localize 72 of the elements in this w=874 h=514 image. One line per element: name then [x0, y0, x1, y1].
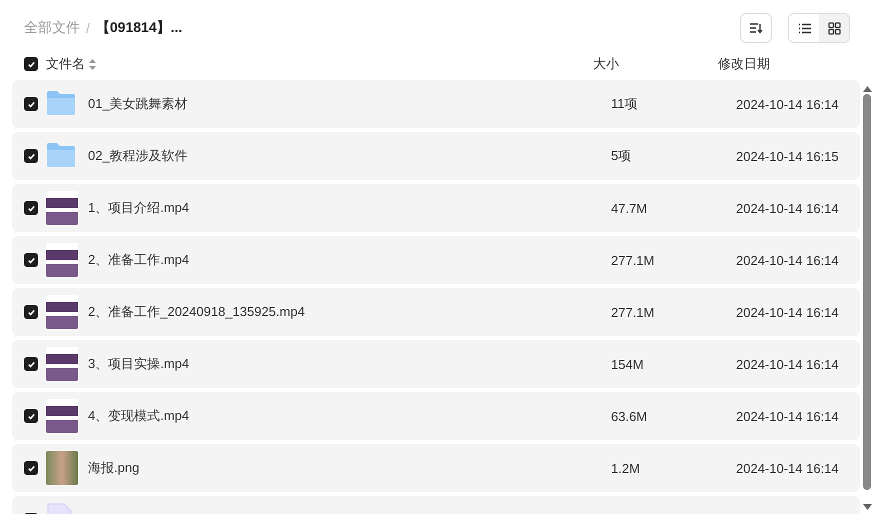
modified-date: 2024-10-14 16:14	[736, 200, 839, 216]
select-all-checkbox[interactable]	[24, 57, 38, 71]
grid-icon	[828, 22, 840, 34]
column-header[interactable]: 文件名	[46, 55, 85, 73]
file-size: 11项	[611, 96, 638, 111]
folder-icon	[46, 142, 76, 168]
folder-icon	[46, 90, 76, 116]
video-thumbnail	[46, 295, 78, 329]
modified-date: 2024-10-14 16:14	[736, 460, 839, 476]
row-checkbox[interactable]	[24, 461, 38, 475]
file-name: 01_美女跳舞素材	[88, 96, 188, 111]
modified-date: 2024-10-14 16:14	[736, 96, 839, 112]
file-name: 2、准备工作.mp4	[88, 252, 190, 267]
modified-date: 2024-10-14 16:14	[736, 408, 839, 424]
file-name: 02_教程涉及软件	[88, 148, 188, 163]
checkmark-icon	[26, 308, 36, 316]
row-checkbox[interactable]	[24, 149, 38, 163]
file-size: 63.6M	[611, 408, 648, 424]
modified-date: 2024-10-14 16:14	[736, 356, 839, 372]
checkmark-icon	[26, 100, 36, 108]
modified-date: 2024-10-14 16:15	[736, 148, 839, 164]
breadcrumb-item: 【091814】...	[96, 19, 182, 37]
checkmark-icon	[26, 464, 36, 472]
file-size: 277.1M	[611, 304, 654, 320]
video-thumbnail	[46, 347, 78, 381]
file-row[interactable]: 3、项目实操.mp4 154M 2024-10-14 16:14	[12, 340, 860, 388]
file-row[interactable]: 海报.png 1.2M 2024-10-14 16:14	[12, 444, 860, 492]
video-thumbnail	[46, 399, 78, 433]
row-checkbox[interactable]	[24, 201, 38, 215]
scrollbar-thumb[interactable]	[863, 94, 871, 490]
row-checkbox[interactable]	[24, 357, 38, 371]
checkmark-icon	[26, 204, 36, 212]
modified-date: 2024-10-14 16:14	[736, 304, 839, 320]
checkmark-icon	[26, 60, 36, 68]
file-name: 2、准备工作_20240918_135925.mp4	[88, 304, 305, 319]
row-checkbox[interactable]	[24, 409, 38, 423]
file-name: 3、项目实操.mp4	[88, 356, 190, 371]
checkmark-icon	[26, 412, 36, 420]
row-checkbox[interactable]	[24, 253, 38, 267]
file-size: 5项	[611, 148, 632, 163]
checkmark-icon	[26, 360, 36, 368]
file-row[interactable]: 2、准备工作.mp4 277.1M 2024-10-14 16:14	[12, 236, 860, 284]
file-row[interactable]: 4、变现模式.mp4 63.6M 2024-10-14 16:14	[12, 392, 860, 440]
modified-date: 2024-10-14 16:14	[736, 252, 839, 268]
row-checkbox[interactable]	[24, 305, 38, 319]
file-name: 4、变现模式.mp4	[88, 408, 190, 423]
scroll-down-icon[interactable]	[862, 504, 872, 510]
sort-arrows-icon	[89, 58, 96, 70]
scroll-up-icon[interactable]	[862, 86, 872, 92]
file-row[interactable]: 01_美女跳舞素材 11项 2024-10-14 16:14	[12, 80, 860, 128]
list-icon	[798, 22, 810, 34]
image-thumbnail	[46, 451, 78, 485]
file-size: 277.1M	[611, 252, 654, 268]
file-name: 1、项目介绍.mp4	[88, 200, 190, 215]
sort-button[interactable]	[740, 13, 772, 43]
file-size: 47.7M	[611, 200, 648, 216]
video-thumbnail	[46, 243, 78, 277]
file-size: 154M	[611, 356, 644, 372]
checkmark-icon	[26, 256, 36, 264]
file-name: 海报.png	[88, 460, 140, 475]
checkmark-icon	[26, 152, 36, 160]
file-row[interactable]: 2、准备工作_20240918_135925.mp4 277.1M 2024-10-14 16:14	[12, 288, 860, 336]
file-size: 1.2M	[611, 460, 640, 476]
column-header[interactable]: 大小	[593, 55, 718, 73]
grid-view-button[interactable]	[819, 14, 849, 42]
file-row[interactable]: 02_教程涉及软件 5项 2024-10-14 16:15	[12, 132, 860, 180]
column-header[interactable]: 修改日期	[718, 55, 858, 73]
row-checkbox[interactable]	[24, 97, 38, 111]
sort-icon	[749, 22, 763, 34]
video-thumbnail	[46, 191, 78, 225]
file-row[interactable]: 1、项目介绍.mp4 47.7M 2024-10-14 16:14	[12, 184, 860, 232]
breadcrumb-separator: /	[86, 20, 90, 36]
